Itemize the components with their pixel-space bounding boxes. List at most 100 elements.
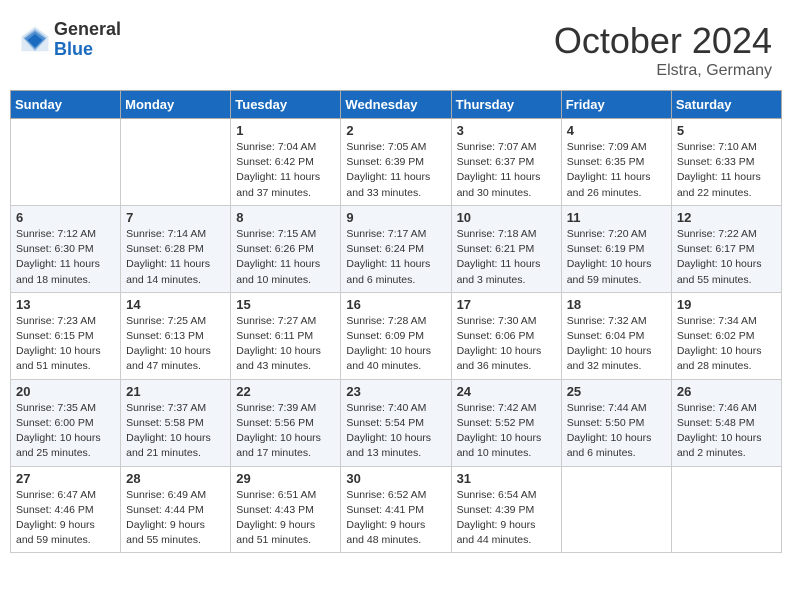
calendar-cell: 8 Sunrise: 7:15 AM Sunset: 6:26 PM Daylig… — [231, 205, 341, 292]
day-number: 16 — [346, 297, 445, 312]
calendar-cell: 5 Sunrise: 7:10 AM Sunset: 6:33 PM Daylig… — [671, 119, 781, 206]
day-info: Sunrise: 7:09 AM Sunset: 6:35 PM Dayligh… — [567, 141, 651, 199]
day-info: Sunrise: 7:42 AM Sunset: 5:52 PM Dayligh… — [457, 402, 542, 460]
calendar-week-3: 13 Sunrise: 7:23 AM Sunset: 6:15 PM Dayli… — [11, 292, 782, 379]
calendar-cell: 20 Sunrise: 7:35 AM Sunset: 6:00 PM Dayli… — [11, 379, 121, 466]
calendar-header-tuesday: Tuesday — [231, 91, 341, 119]
day-number: 29 — [236, 471, 335, 486]
day-number: 12 — [677, 210, 776, 225]
calendar-cell: 22 Sunrise: 7:39 AM Sunset: 5:56 PM Dayli… — [231, 379, 341, 466]
day-info: Sunrise: 6:49 AM Sunset: 4:44 PM Dayligh… — [126, 489, 206, 547]
calendar-cell: 25Sunrise: 7:44 AM Sunset: 5:50 PM Dayli… — [561, 379, 671, 466]
page-header: General Blue October 2024 Elstra, German… — [10, 10, 782, 85]
calendar-cell — [561, 466, 671, 553]
calendar-cell: 4Sunrise: 7:09 AM Sunset: 6:35 PM Daylig… — [561, 119, 671, 206]
day-info: Sunrise: 7:30 AM Sunset: 6:06 PM Dayligh… — [457, 315, 542, 373]
calendar-header-wednesday: Wednesday — [341, 91, 451, 119]
calendar-week-4: 20 Sunrise: 7:35 AM Sunset: 6:00 PM Dayli… — [11, 379, 782, 466]
day-number: 15 — [236, 297, 335, 312]
logo: General Blue — [20, 20, 121, 60]
day-info: Sunrise: 7:12 AM Sunset: 6:30 PM Dayligh… — [16, 228, 100, 286]
day-info: Sunrise: 7:34 AM Sunset: 6:02 PM Dayligh… — [677, 315, 762, 373]
day-info: Sunrise: 6:51 AM Sunset: 4:43 PM Dayligh… — [236, 489, 316, 547]
calendar-cell: 16 Sunrise: 7:28 AM Sunset: 6:09 PM Dayli… — [341, 292, 451, 379]
day-number: 6 — [16, 210, 115, 225]
calendar-cell: 17 Sunrise: 7:30 AM Sunset: 6:06 PM Dayli… — [451, 292, 561, 379]
calendar-header-thursday: Thursday — [451, 91, 561, 119]
logo-icon — [20, 25, 50, 55]
calendar-cell: 14 Sunrise: 7:25 AM Sunset: 6:13 PM Dayli… — [121, 292, 231, 379]
day-number: 13 — [16, 297, 115, 312]
day-info: Sunrise: 7:28 AM Sunset: 6:09 PM Dayligh… — [346, 315, 431, 373]
day-number: 26 — [677, 384, 776, 399]
calendar-cell: 3Sunrise: 7:07 AM Sunset: 6:37 PM Daylig… — [451, 119, 561, 206]
day-info: Sunrise: 7:39 AM Sunset: 5:56 PM Dayligh… — [236, 402, 321, 460]
day-info: Sunrise: 7:04 AM Sunset: 6:42 PM Dayligh… — [236, 141, 320, 199]
calendar-cell: 24 Sunrise: 7:42 AM Sunset: 5:52 PM Dayli… — [451, 379, 561, 466]
calendar-cell — [671, 466, 781, 553]
calendar-cell: 18Sunrise: 7:32 AM Sunset: 6:04 PM Dayli… — [561, 292, 671, 379]
calendar-cell: 27 Sunrise: 6:47 AM Sunset: 4:46 PM Dayli… — [11, 466, 121, 553]
day-number: 7 — [126, 210, 225, 225]
day-number: 3 — [457, 123, 556, 138]
day-info: Sunrise: 7:27 AM Sunset: 6:11 PM Dayligh… — [236, 315, 321, 373]
location: Elstra, Germany — [554, 62, 772, 80]
day-number: 11 — [567, 210, 666, 225]
day-number: 1 — [236, 123, 335, 138]
logo-general: General — [54, 20, 121, 40]
day-number: 22 — [236, 384, 335, 399]
calendar-cell: 13 Sunrise: 7:23 AM Sunset: 6:15 PM Dayli… — [11, 292, 121, 379]
day-number: 17 — [457, 297, 556, 312]
day-number: 19 — [677, 297, 776, 312]
calendar-cell: 21Sunrise: 7:37 AM Sunset: 5:58 PM Dayli… — [121, 379, 231, 466]
day-info: Sunrise: 7:35 AM Sunset: 6:00 PM Dayligh… — [16, 402, 101, 460]
calendar-header-row: SundayMondayTuesdayWednesdayThursdayFrid… — [11, 91, 782, 119]
calendar-cell — [121, 119, 231, 206]
day-info: Sunrise: 6:47 AM Sunset: 4:46 PM Dayligh… — [16, 489, 96, 547]
calendar-cell: 10Sunrise: 7:18 AM Sunset: 6:21 PM Dayli… — [451, 205, 561, 292]
day-number: 28 — [126, 471, 225, 486]
day-info: Sunrise: 7:14 AM Sunset: 6:28 PM Dayligh… — [126, 228, 210, 286]
day-info: Sunrise: 7:17 AM Sunset: 6:24 PM Dayligh… — [346, 228, 430, 286]
day-info: Sunrise: 7:46 AM Sunset: 5:48 PM Dayligh… — [677, 402, 762, 460]
calendar-header-saturday: Saturday — [671, 91, 781, 119]
calendar-cell: 7 Sunrise: 7:14 AM Sunset: 6:28 PM Daylig… — [121, 205, 231, 292]
calendar-cell: 6 Sunrise: 7:12 AM Sunset: 6:30 PM Daylig… — [11, 205, 121, 292]
calendar-week-2: 6 Sunrise: 7:12 AM Sunset: 6:30 PM Daylig… — [11, 205, 782, 292]
day-number: 24 — [457, 384, 556, 399]
day-info: Sunrise: 7:15 AM Sunset: 6:26 PM Dayligh… — [236, 228, 320, 286]
calendar-cell: 2 Sunrise: 7:05 AM Sunset: 6:39 PM Daylig… — [341, 119, 451, 206]
calendar-cell: 15 Sunrise: 7:27 AM Sunset: 6:11 PM Dayli… — [231, 292, 341, 379]
calendar-header-friday: Friday — [561, 91, 671, 119]
day-number: 5 — [677, 123, 776, 138]
day-info: Sunrise: 7:37 AM Sunset: 5:58 PM Dayligh… — [126, 402, 211, 460]
calendar-cell: 19 Sunrise: 7:34 AM Sunset: 6:02 PM Dayli… — [671, 292, 781, 379]
calendar-header-sunday: Sunday — [11, 91, 121, 119]
logo-blue: Blue — [54, 40, 121, 60]
day-number: 8 — [236, 210, 335, 225]
day-number: 30 — [346, 471, 445, 486]
day-info: Sunrise: 7:05 AM Sunset: 6:39 PM Dayligh… — [346, 141, 430, 199]
calendar-week-5: 27 Sunrise: 6:47 AM Sunset: 4:46 PM Dayli… — [11, 466, 782, 553]
calendar-cell: 30 Sunrise: 6:52 AM Sunset: 4:41 PM Dayli… — [341, 466, 451, 553]
title-area: October 2024 Elstra, Germany — [554, 20, 772, 80]
calendar-week-1: 1 Sunrise: 7:04 AM Sunset: 6:42 PM Daylig… — [11, 119, 782, 206]
day-info: Sunrise: 7:25 AM Sunset: 6:13 PM Dayligh… — [126, 315, 211, 373]
day-number: 25 — [567, 384, 666, 399]
day-number: 2 — [346, 123, 445, 138]
day-number: 31 — [457, 471, 556, 486]
day-number: 27 — [16, 471, 115, 486]
day-info: Sunrise: 7:10 AM Sunset: 6:33 PM Dayligh… — [677, 141, 761, 199]
calendar-cell: 9Sunrise: 7:17 AM Sunset: 6:24 PM Daylig… — [341, 205, 451, 292]
calendar-cell — [11, 119, 121, 206]
day-info: Sunrise: 7:23 AM Sunset: 6:15 PM Dayligh… — [16, 315, 101, 373]
day-number: 14 — [126, 297, 225, 312]
day-info: Sunrise: 7:18 AM Sunset: 6:21 PM Dayligh… — [457, 228, 541, 286]
day-info: Sunrise: 6:52 AM Sunset: 4:41 PM Dayligh… — [346, 489, 426, 547]
day-info: Sunrise: 7:32 AM Sunset: 6:04 PM Dayligh… — [567, 315, 652, 373]
day-info: Sunrise: 7:22 AM Sunset: 6:17 PM Dayligh… — [677, 228, 762, 286]
calendar-cell: 28 Sunrise: 6:49 AM Sunset: 4:44 PM Dayli… — [121, 466, 231, 553]
calendar-cell: 31Sunrise: 6:54 AM Sunset: 4:39 PM Dayli… — [451, 466, 561, 553]
calendar-header-monday: Monday — [121, 91, 231, 119]
day-number: 20 — [16, 384, 115, 399]
